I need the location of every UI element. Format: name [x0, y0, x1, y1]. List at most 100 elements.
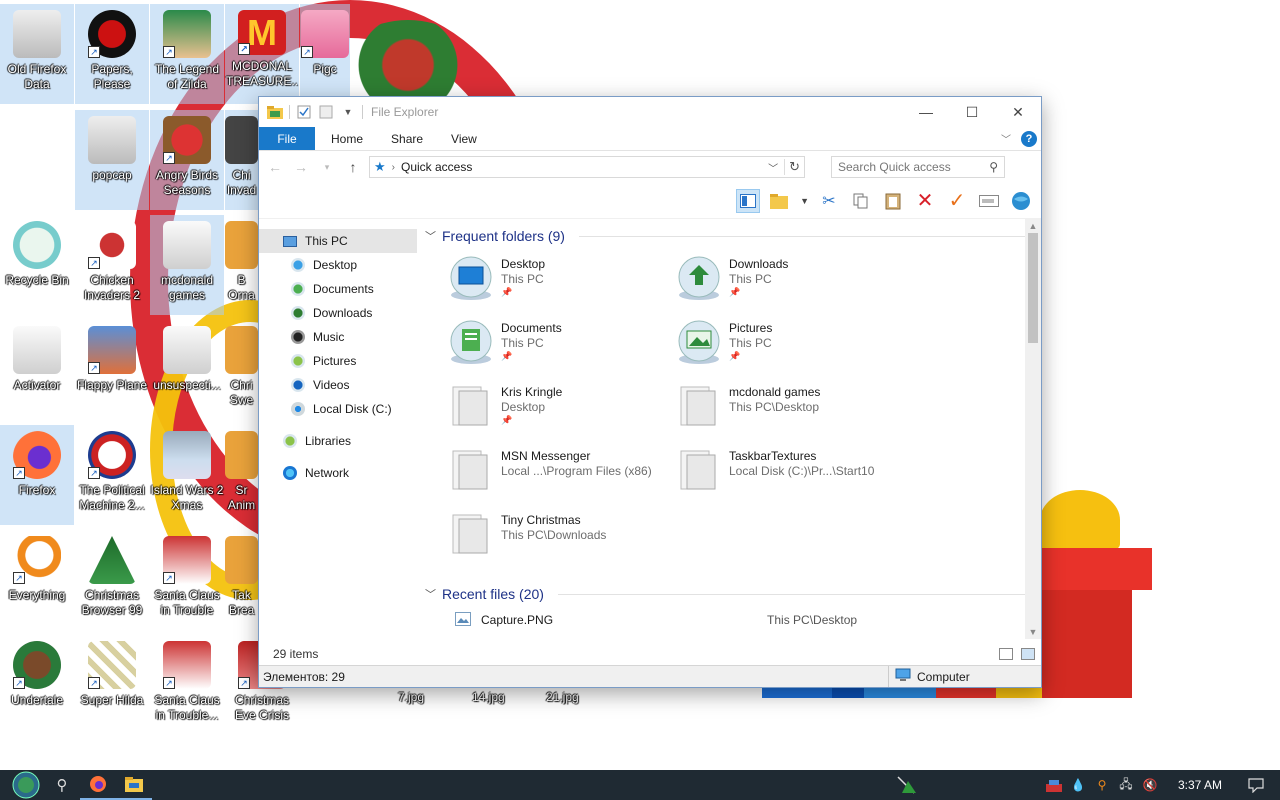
desktop-icon-mcdonald-games[interactable]: mcdonald games	[150, 215, 224, 315]
desktop-icon-undertale[interactable]: ↗ Undertale	[0, 635, 74, 735]
nav-item-desktop[interactable]: Desktop	[259, 253, 417, 277]
pin-icon[interactable]: 📌	[501, 415, 562, 426]
christmas-tree-tray-icon[interactable]	[888, 770, 924, 800]
scroll-down-icon[interactable]: ▼	[1025, 625, 1041, 639]
pin-icon[interactable]: 📌	[729, 351, 772, 362]
details-view-icon[interactable]	[999, 648, 1013, 660]
back-arrow-icon[interactable]: ←	[265, 159, 285, 175]
nav-item-libraries[interactable]: Libraries	[259, 429, 417, 453]
desktop-icon-mcdonal-treasure[interactable]: M↗ MCDONAL TREASURE...	[225, 4, 299, 104]
tab-home[interactable]: Home	[315, 127, 377, 150]
tab-view[interactable]: View	[437, 127, 491, 150]
notifications-icon[interactable]	[1248, 777, 1264, 793]
up-arrow-icon[interactable]: ↑	[343, 159, 363, 175]
folder-tile[interactable]: TaskbarTextures Local Disk (C:)\Pr...\St…	[677, 447, 905, 503]
search-icon[interactable]: ⚲	[989, 160, 998, 174]
checkmark-icon[interactable]: ✓	[945, 189, 969, 213]
desktop-icon-pigc[interactable]: ↗ Pigc	[300, 4, 350, 104]
folder-options-chevron-icon[interactable]: ▼	[800, 196, 809, 206]
droplet-icon[interactable]: 💧	[1070, 777, 1086, 793]
collapse-chevron-icon[interactable]: ﹀	[425, 228, 436, 244]
expand-ribbon-chevron-icon[interactable]: ﹀	[1001, 131, 1011, 146]
firefox-taskbar-icon[interactable]	[80, 770, 116, 800]
desktop-icon-santa-claus-in-trouble[interactable]: ↗ Santa Claus in Trouble	[150, 530, 224, 630]
customize-qat-chevron-icon[interactable]: ▼	[340, 104, 356, 120]
network-icon[interactable]: 🖧	[1118, 777, 1134, 793]
desktop-icon-popcap[interactable]: popcap	[75, 110, 149, 210]
rename-icon[interactable]	[977, 189, 1001, 213]
new-folder-icon[interactable]	[318, 104, 334, 120]
desktop-icon-christmas-sweeper[interactable]: Chri Swe	[225, 320, 258, 420]
desktop-icon-unsuspecti[interactable]: unsuspecti...	[150, 320, 224, 420]
pin-icon[interactable]: 📌	[501, 287, 545, 298]
copy-icon[interactable]	[849, 189, 873, 213]
address-dropdown-chevron-icon[interactable]: ﹀	[768, 160, 778, 175]
forward-arrow-icon[interactable]: →	[291, 159, 311, 175]
file-explorer-taskbar-icon[interactable]	[116, 770, 152, 800]
desktop-icon-papers-please[interactable]: ↗ Papers, Please	[75, 4, 149, 104]
cut-icon[interactable]: ✂	[817, 189, 841, 213]
search-input[interactable]	[838, 160, 990, 174]
network-globe-icon[interactable]	[1009, 189, 1033, 213]
desktop-icon-political-machine[interactable]: ↗ The Political Machine 2...	[75, 425, 149, 525]
search-box[interactable]: ⚲	[831, 156, 1005, 178]
refresh-icon[interactable]: ↻	[784, 159, 800, 175]
folder-tile[interactable]: Desktop This PC 📌	[449, 255, 677, 311]
minimize-button[interactable]: —	[903, 97, 949, 127]
desktop-icon-take-a-break[interactable]: Tak Brea	[225, 530, 258, 630]
delete-icon[interactable]: ✕	[913, 189, 937, 213]
desktop-file-label[interactable]: 21.jpg	[546, 690, 579, 704]
folder-options-icon[interactable]	[768, 189, 792, 213]
nav-item-videos[interactable]: Videos	[259, 373, 417, 397]
list-item[interactable]: Capture.PNG This PC\Desktop	[425, 607, 1041, 633]
folder-tile[interactable]: Tiny Christmas This PC\Downloads	[449, 511, 677, 567]
everything-tray-icon[interactable]: ⚲	[1094, 777, 1110, 793]
clock[interactable]: 3:37 AM	[1178, 778, 1222, 792]
address-box[interactable]: ★ › Quick access ﹀ ↻	[369, 156, 805, 178]
collapse-chevron-icon[interactable]: ﹀	[425, 586, 436, 602]
search-icon[interactable]: ⚲	[44, 770, 80, 800]
start-button[interactable]	[8, 770, 44, 800]
desktop-icon-santa-claus-in-trouble-2[interactable]: ↗ Santa Claus in Trouble...	[150, 635, 224, 735]
pin-icon[interactable]: 📌	[729, 287, 788, 298]
paste-icon[interactable]	[881, 189, 905, 213]
desktop-icon-chicken-invaders-2[interactable]: ↗ Chicken Invaders 2	[75, 215, 149, 315]
tab-share[interactable]: Share	[377, 127, 437, 150]
nav-item-local-disk[interactable]: Local Disk (C:)	[259, 397, 417, 421]
pin-icon[interactable]: 📌	[501, 351, 562, 362]
nav-item-music[interactable]: Music	[259, 325, 417, 349]
scroll-up-icon[interactable]: ▲	[1025, 219, 1041, 233]
desktop-icon-chicken-invaders[interactable]: Chi Invad	[225, 110, 258, 210]
folder-tile[interactable]: Downloads This PC 📌	[677, 255, 905, 311]
desktop-file-label[interactable]: 7.jpg	[398, 690, 424, 704]
volume-muted-icon[interactable]: 🔇	[1142, 777, 1158, 793]
folder-tile[interactable]: Pictures This PC 📌	[677, 319, 905, 375]
desktop-icon-island-wars[interactable]: Island Wars 2 Xmas	[150, 425, 224, 525]
desktop-icon-christmas-browser[interactable]: Christmas Browser 99	[75, 530, 149, 630]
nav-item-network[interactable]: Network	[259, 461, 417, 485]
nav-item-this-pc[interactable]: This PC	[259, 229, 417, 253]
large-icons-view-icon[interactable]	[1021, 648, 1035, 660]
breadcrumb-quick-access[interactable]: Quick access	[401, 160, 472, 174]
desktop-icon-recycle-bin[interactable]: Recycle Bin	[0, 215, 74, 315]
preview-pane-icon[interactable]	[736, 188, 761, 213]
scroll-thumb[interactable]	[1028, 233, 1038, 343]
desktop-icon-firefox[interactable]: ↗ Firefox	[0, 425, 74, 525]
recent-locations-chevron-icon[interactable]: ▾	[317, 162, 337, 173]
desktop-icon-activator[interactable]: Activator	[0, 320, 74, 420]
desktop-icon-everything[interactable]: ↗ Everything	[0, 530, 74, 630]
nav-item-pictures[interactable]: Pictures	[259, 349, 417, 373]
desktop-icon-angry-birds-seasons[interactable]: ↗ Angry Birds Seasons	[150, 110, 224, 210]
folder-tile[interactable]: mcdonald games This PC\Desktop	[677, 383, 905, 439]
help-icon[interactable]: ?	[1021, 130, 1037, 147]
desktop-icon-ornament[interactable]: B Orna	[225, 215, 258, 315]
desktop-icon-super-hilda[interactable]: ↗ Super Hilda	[75, 635, 149, 735]
desktop-icon-old-firefox-data[interactable]: Old Firefox Data	[0, 4, 74, 104]
app-tray-icon[interactable]	[1045, 777, 1062, 793]
tab-file[interactable]: File	[259, 127, 315, 150]
desktop-icon-snow-animation[interactable]: Sr Anim	[225, 425, 258, 525]
folder-tile[interactable]: MSN Messenger Local ...\Program Files (x…	[449, 447, 677, 503]
maximize-button[interactable]: ☐	[949, 97, 995, 127]
close-button[interactable]: ✕	[995, 97, 1041, 127]
desktop-icon-legend-of-zilda[interactable]: ↗ The Legend of Zilda	[150, 4, 224, 104]
